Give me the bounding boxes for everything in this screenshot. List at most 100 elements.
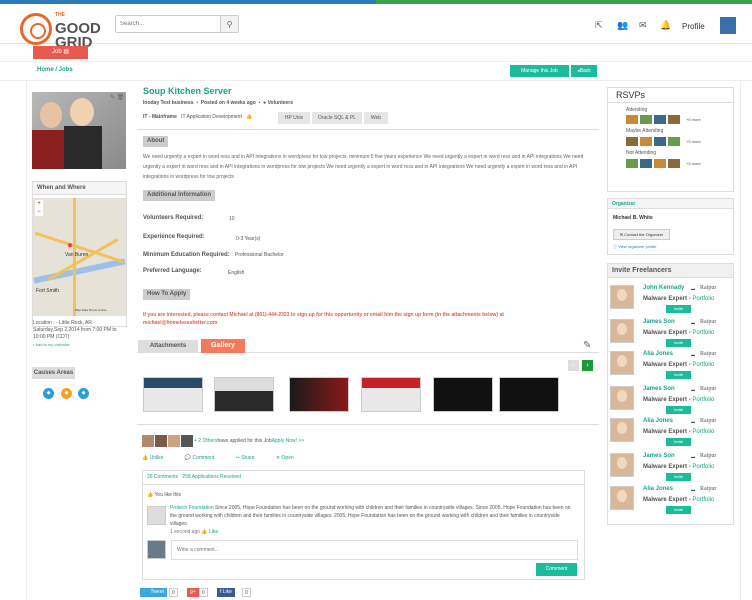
invite-button[interactable]: Invite: [666, 438, 691, 446]
search-input[interactable]: [116, 16, 220, 32]
applicant-avatar[interactable]: [142, 435, 154, 447]
cause-icon-1[interactable]: ◆: [43, 388, 54, 399]
gplus-button[interactable]: g+: [187, 588, 199, 597]
external-link-icon[interactable]: ⇱: [595, 20, 603, 31]
rsvp-more[interactable]: +5 more: [686, 117, 701, 122]
commenter-avatar[interactable]: [147, 506, 166, 525]
freelancer-name[interactable]: Alia Jones: [643, 418, 673, 424]
portfolio-link[interactable]: Portfolio: [692, 362, 714, 368]
open-action[interactable]: ✕ Open: [276, 455, 304, 461]
invite-button[interactable]: Invite: [666, 406, 691, 414]
tab-attachments[interactable]: Attachments: [138, 340, 198, 352]
comment-like-link[interactable]: 👍 Like: [201, 529, 218, 535]
view-organizer-profile-link[interactable]: ⓘ View organizer profile: [613, 244, 657, 250]
rsvp-avatar[interactable]: [654, 137, 666, 146]
rsvp-more[interactable]: +5 more: [686, 139, 701, 144]
comments-count[interactable]: 26 Comments: [147, 474, 178, 480]
invite-button[interactable]: Invite: [666, 506, 691, 514]
edit-icon[interactable]: ✎: [583, 340, 591, 351]
users-icon[interactable]: 👥: [617, 20, 628, 31]
invite-button[interactable]: Invite: [666, 371, 691, 379]
freelancer-photo[interactable]: [610, 285, 634, 309]
gallery-thumb[interactable]: [499, 377, 559, 412]
rsvp-avatar[interactable]: [668, 115, 680, 124]
tag-item[interactable]: Web: [364, 112, 388, 124]
delete-photo-icon[interactable]: 🗑: [117, 95, 125, 101]
freelancer-photo[interactable]: [610, 418, 634, 442]
rsvp-avatar[interactable]: [640, 137, 652, 146]
add-calendar-link[interactable]: ▪ Add to my calendar: [33, 342, 70, 347]
tag-item[interactable]: Oracle SQL & PL: [312, 112, 362, 124]
search-button[interactable]: ⚲: [220, 16, 238, 32]
freelancer-name[interactable]: James Son: [643, 453, 675, 459]
freelancer-name[interactable]: Alia Jones: [643, 351, 673, 357]
gallery-thumb[interactable]: [289, 377, 349, 412]
mail-icon[interactable]: ✉: [639, 20, 647, 31]
applicant-avatar[interactable]: [155, 435, 167, 447]
gallery-next[interactable]: ›: [582, 360, 593, 371]
portfolio-link[interactable]: Portfolio: [692, 397, 714, 403]
portfolio-link[interactable]: Portfolio: [692, 464, 714, 470]
profile-link[interactable]: Profile: [682, 22, 705, 31]
gallery-thumb[interactable]: [433, 377, 493, 412]
rsvp-avatar[interactable]: [668, 137, 680, 146]
rsvp-avatar[interactable]: [654, 159, 666, 168]
breadcrumb[interactable]: Home / Jobs: [37, 67, 73, 73]
portfolio-link[interactable]: Portfolio: [692, 296, 714, 302]
commenter-name[interactable]: Protech Foundation: [170, 505, 214, 511]
applicant-avatar[interactable]: [168, 435, 180, 447]
facebook-like-button[interactable]: f Like: [217, 588, 235, 597]
rsvp-avatar[interactable]: [668, 159, 680, 168]
job-button[interactable]: Job ▤: [33, 46, 88, 59]
freelancer-photo[interactable]: [610, 319, 634, 343]
comment-input[interactable]: [171, 540, 578, 560]
tag-item[interactable]: HP Unix: [278, 112, 310, 124]
rsvp-avatar[interactable]: [640, 115, 652, 124]
map[interactable]: ● Van Buren Fort Smith + − Map Data Term…: [33, 198, 126, 316]
freelancer-name[interactable]: James Son: [643, 386, 675, 392]
contact-organizer-button[interactable]: ✉ Contact the Organizer: [613, 229, 670, 240]
freelancer-name[interactable]: Alia Jones: [643, 486, 673, 492]
rsvp-avatar[interactable]: [654, 115, 666, 124]
edit-photo-icon[interactable]: ✎: [110, 95, 115, 101]
map-zoom-in[interactable]: +: [35, 200, 43, 208]
comment-button[interactable]: Comment: [536, 563, 577, 576]
rsvp-avatar[interactable]: [640, 159, 652, 168]
rsvp-more[interactable]: +5 more: [686, 161, 701, 166]
tweet-button[interactable]: 🐦 Tweet: [140, 588, 167, 597]
freelancer-photo[interactable]: [610, 486, 634, 510]
rsvp-avatar[interactable]: [626, 115, 638, 124]
invite-button[interactable]: Invite: [666, 305, 691, 313]
avatar[interactable]: [720, 17, 736, 34]
unlike-action[interactable]: 👍 Unlike: [142, 455, 174, 461]
gallery-thumb[interactable]: [143, 377, 203, 412]
freelancer-photo[interactable]: [610, 351, 634, 375]
gallery-thumb[interactable]: [214, 377, 274, 412]
applied-others-link[interactable]: + 2 Others: [194, 438, 217, 444]
manage-job-button[interactable]: Manage this Job: [510, 65, 569, 77]
invite-button[interactable]: Invite: [666, 473, 691, 481]
freelancer-photo[interactable]: [610, 453, 634, 477]
back-button[interactable]: ◂Back: [571, 65, 597, 77]
freelancer-name[interactable]: James Son: [643, 319, 675, 325]
tab-gallery[interactable]: Gallery: [201, 339, 245, 353]
rsvp-avatar[interactable]: [626, 159, 638, 168]
freelancer-photo[interactable]: [610, 386, 634, 410]
cause-icon-3[interactable]: ◆: [78, 388, 89, 399]
map-zoom-out[interactable]: −: [35, 208, 43, 216]
applications-count[interactable]: 258 Applications Received: [182, 474, 241, 480]
freelancer-name[interactable]: John Kennady: [643, 285, 684, 291]
gallery-prev[interactable]: ‹: [568, 360, 579, 371]
bell-icon[interactable]: 🔔: [660, 20, 671, 31]
gallery-thumb[interactable]: [361, 377, 421, 412]
comment-action[interactable]: 💬 Comment: [185, 455, 224, 461]
portfolio-link[interactable]: Portfolio: [692, 429, 714, 435]
cause-icon-2[interactable]: ◆: [61, 388, 72, 399]
applicant-avatar[interactable]: [181, 435, 193, 447]
invite-button[interactable]: Invite: [666, 339, 691, 347]
portfolio-link[interactable]: Portfolio: [692, 497, 714, 503]
share-action[interactable]: ↪ Share: [236, 455, 265, 461]
portfolio-link[interactable]: Portfolio: [692, 330, 714, 336]
rsvp-avatar[interactable]: [626, 137, 638, 146]
job-business[interactable]: Inoday Test business: [143, 100, 193, 106]
